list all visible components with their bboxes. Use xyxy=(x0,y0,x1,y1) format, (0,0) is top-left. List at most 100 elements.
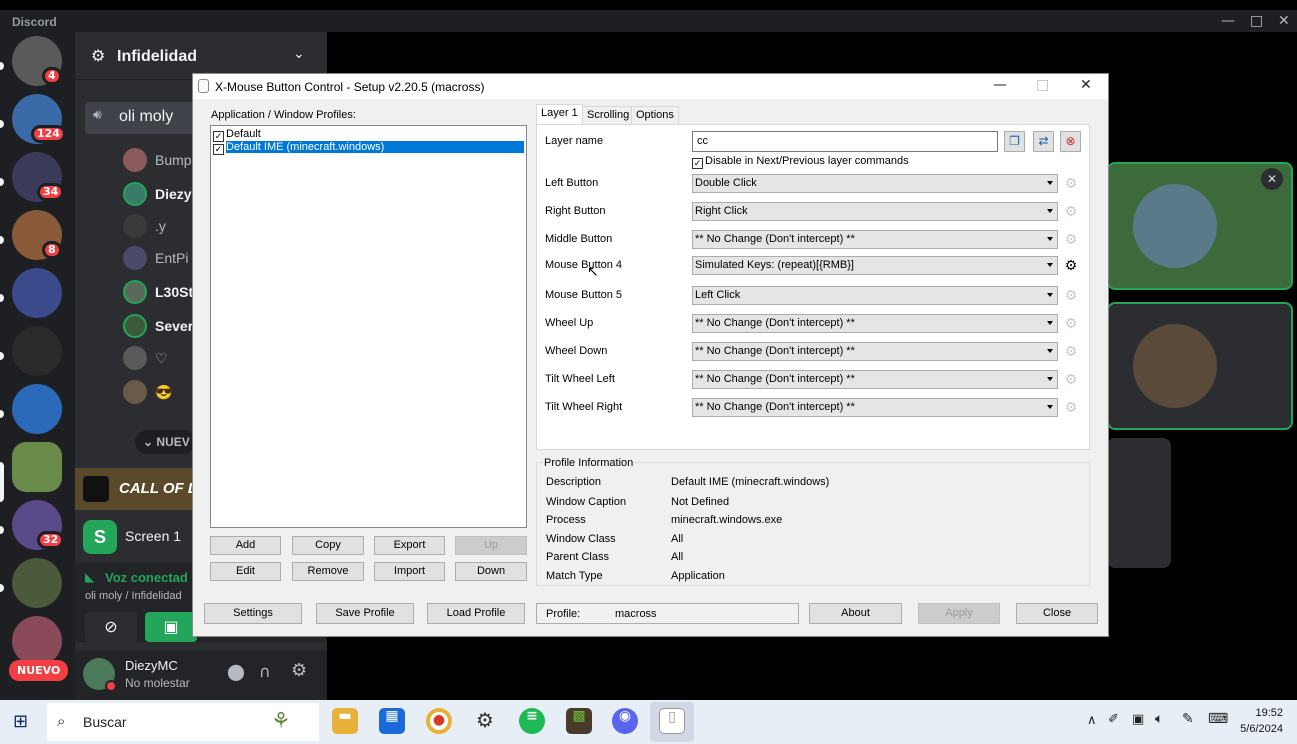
left-button-select[interactable]: Double Click xyxy=(692,174,1058,193)
server-icon[interactable] xyxy=(12,384,62,434)
profile-label: Default xyxy=(226,128,261,140)
keyboard-icon[interactable]: ⌨ xyxy=(1208,711,1228,727)
mapping-label: Wheel Up xyxy=(545,317,594,329)
layer-name-input[interactable]: cc xyxy=(692,131,998,152)
unread-pill xyxy=(0,236,4,244)
select-value: Right Click xyxy=(695,205,748,217)
dropdown-arrow-icon xyxy=(1047,293,1053,297)
server-icon[interactable] xyxy=(12,268,62,318)
copy-button[interactable]: Copy xyxy=(292,536,364,555)
checkbox-checked-icon[interactable]: ✓ xyxy=(692,158,703,169)
close-button[interactable]: Close xyxy=(1016,603,1098,624)
tab-layer-1[interactable]: Layer 1 xyxy=(536,104,583,125)
server-icon[interactable] xyxy=(12,616,62,666)
load-profile-button[interactable]: Load Profile xyxy=(427,603,525,624)
swap-layer-icon[interactable]: ⇄ xyxy=(1033,131,1054,152)
export-button[interactable]: Export xyxy=(374,536,445,555)
close-icon[interactable]: ✕ xyxy=(1080,77,1092,93)
network-icon[interactable]: ▣ xyxy=(1132,712,1144,727)
profile-item-selected[interactable]: ✓ Default IME (minecraft.windows) xyxy=(213,141,524,155)
close-icon[interactable]: ✕ xyxy=(1278,13,1290,29)
minecraft-icon[interactable]: ▩ xyxy=(566,708,592,734)
camera-off-button[interactable]: ⊘ xyxy=(85,612,137,642)
clear-layer-icon[interactable]: ⊗ xyxy=(1060,131,1081,152)
minimize-icon[interactable]: — xyxy=(1221,13,1235,29)
gear-icon[interactable]: ⚙ xyxy=(1062,256,1080,274)
import-button[interactable]: Import xyxy=(374,562,445,581)
save-profile-button[interactable]: Save Profile xyxy=(316,603,414,624)
dropdown-arrow-icon xyxy=(1047,321,1053,325)
pen-tablet-icon[interactable]: ✐ xyxy=(1108,712,1119,727)
voice-location[interactable]: oli moly / Infidelidad xyxy=(85,590,182,602)
minimize-icon[interactable]: — xyxy=(993,77,1007,93)
microphone-icon[interactable]: ⬤ xyxy=(227,662,245,681)
xmouse-icon[interactable]: ▯ xyxy=(659,708,685,734)
server-icon[interactable] xyxy=(12,326,62,376)
participant-tile[interactable] xyxy=(1107,302,1293,430)
new-messages-pill[interactable]: ⌄ NUEV xyxy=(135,430,195,454)
server-icon[interactable] xyxy=(12,558,62,608)
avatar xyxy=(123,346,147,370)
profiles-label: Application / Window Profiles: xyxy=(211,109,356,121)
info-value: Application xyxy=(671,570,725,582)
unread-pill xyxy=(0,352,4,360)
about-button[interactable]: About xyxy=(809,603,902,624)
server-icon-infidelidad[interactable] xyxy=(12,442,62,492)
tab-scrolling[interactable]: Scrolling xyxy=(582,106,635,124)
middle-button-select[interactable]: ** No Change (Don't intercept) ** xyxy=(692,230,1058,249)
chevron-down-icon: ⌄ xyxy=(143,435,154,449)
tilt-wheel-left-select[interactable]: ** No Change (Don't intercept) ** xyxy=(692,370,1058,389)
settings-icon[interactable]: ⚙ xyxy=(472,708,498,734)
taskbar-search[interactable]: ⌕ Buscar ⚘ xyxy=(47,703,319,741)
participant-tile[interactable] xyxy=(1107,438,1171,568)
profile-label: Default IME (minecraft.windows) xyxy=(226,141,524,153)
avatar xyxy=(123,148,147,172)
settings-gear-icon[interactable]: ⚙ xyxy=(291,660,307,681)
discord-icon[interactable]: ◉ xyxy=(612,708,638,734)
mention-badge: 32 xyxy=(37,531,65,549)
info-key: Window Caption xyxy=(546,496,627,508)
checkbox-checked-icon[interactable]: ✓ xyxy=(213,144,224,155)
copy-layer-icon[interactable]: ❐ xyxy=(1004,131,1025,152)
down-button[interactable]: Down xyxy=(455,562,527,581)
chrome-icon[interactable]: ● xyxy=(426,708,452,734)
maximize-icon[interactable]: □ xyxy=(1250,13,1263,29)
microsoft-store-icon[interactable]: ▦ xyxy=(379,708,405,734)
disable-layer-checkbox[interactable]: ✓ Disable in Next/Previous layer commands xyxy=(692,155,909,169)
close-icon[interactable]: ✕ xyxy=(1261,168,1283,190)
edit-button[interactable]: Edit xyxy=(210,562,281,581)
avatar xyxy=(123,280,147,304)
maximize-icon: □ xyxy=(1036,77,1050,93)
profile-info-group: Description Default IME (minecraft.windo… xyxy=(536,462,1090,586)
settings-button[interactable]: Settings xyxy=(204,603,302,624)
screen-share-button[interactable]: ▣ xyxy=(145,612,197,642)
profile-item[interactable]: ✓ Default xyxy=(213,128,261,142)
right-button-select[interactable]: Right Click xyxy=(692,202,1058,221)
tilt-wheel-right-select[interactable]: ** No Change (Don't intercept) ** xyxy=(692,398,1058,417)
taskbar-clock[interactable]: 19:52 5/6/2024 xyxy=(1240,705,1283,737)
profiles-list[interactable]: ✓ Default ✓ Default IME (minecraft.windows… xyxy=(210,125,527,528)
wheel-up-select[interactable]: ** No Change (Don't intercept) ** xyxy=(692,314,1058,333)
select-value: ** No Change (Don't intercept) ** xyxy=(695,401,855,413)
wheel-down-select[interactable]: ** No Change (Don't intercept) ** xyxy=(692,342,1058,361)
profile-label: Profile: xyxy=(546,608,581,620)
dropdown-arrow-icon xyxy=(1047,209,1053,213)
file-explorer-icon[interactable]: ▬ xyxy=(332,708,358,734)
chevron-up-icon[interactable]: ∧ xyxy=(1087,713,1097,728)
unread-pill xyxy=(0,294,4,302)
mouse-button-4-select[interactable]: Simulated Keys: (repeat)[{RMB}] xyxy=(692,256,1058,275)
windows-start-icon[interactable]: ⊞ xyxy=(13,711,28,732)
tab-options[interactable]: Options xyxy=(631,106,679,124)
volume-icon[interactable]: 🔈︎ xyxy=(1155,711,1163,727)
info-value: Default IME (minecraft.windows) xyxy=(671,476,830,488)
new-unreads-badge[interactable]: NUEVO xyxy=(9,660,69,681)
spotify-icon[interactable]: ≡ xyxy=(519,708,545,734)
headphones-icon[interactable]: ∩ xyxy=(259,662,271,681)
member-name: EntPi xyxy=(155,250,189,266)
info-value: minecraft.windows.exe xyxy=(671,514,783,526)
mouse-button-5-select[interactable]: Left Click xyxy=(692,286,1058,305)
participant-tile[interactable]: ✕ xyxy=(1107,162,1293,290)
pen-icon[interactable]: ✎ xyxy=(1182,711,1194,727)
add-button[interactable]: Add xyxy=(210,536,281,555)
remove-button[interactable]: Remove xyxy=(292,562,364,581)
